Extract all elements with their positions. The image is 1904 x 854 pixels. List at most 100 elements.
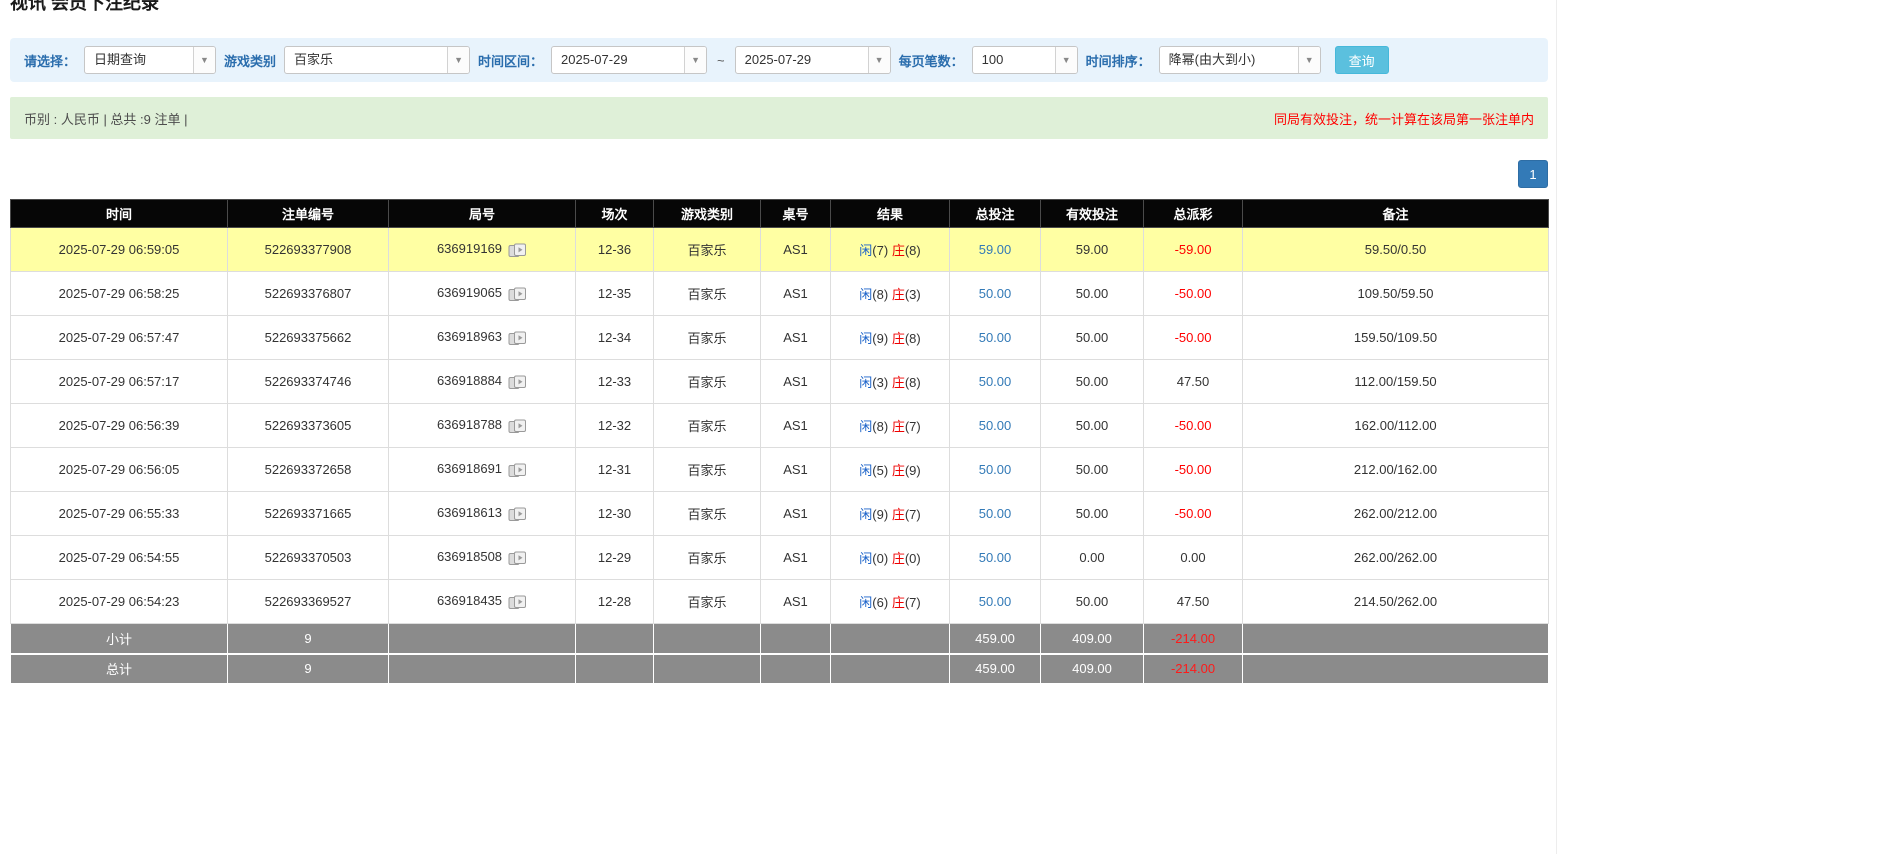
cell-valid-bet: 0.00 xyxy=(1040,535,1144,580)
bet-records-table: 时间 注单编号 局号 场次 游戏类别 桌号 结果 总投注 有效投注 总派彩 备注 2025-07-2… xyxy=(10,199,1549,684)
total-bet-link[interactable]: 50.00 xyxy=(979,286,1012,301)
game-type-select[interactable]: 百家乐 ▼ xyxy=(284,46,471,74)
cell-time: 2025-07-29 06:57:17 xyxy=(10,359,228,404)
result-banker-label: 庄 xyxy=(891,243,905,258)
round-number: 636918788 xyxy=(436,417,503,433)
cell-round: 636918963 xyxy=(388,315,576,360)
round-number: 636919169 xyxy=(436,241,503,257)
total-bet-link[interactable]: 59.00 xyxy=(979,242,1012,257)
cell-payout: 0.00 xyxy=(1143,535,1243,580)
cell-time: 2025-07-29 06:57:47 xyxy=(10,315,228,360)
total-bet-link[interactable]: 50.00 xyxy=(979,462,1012,477)
table-row: 2025-07-29 06:59:05 522693377908 636919169… xyxy=(10,227,1549,272)
summary-empty-cell xyxy=(575,652,654,684)
cell-result: 闲(3) 庄(8) xyxy=(830,359,950,404)
cell-total-bet: 50.00 xyxy=(949,359,1041,404)
page-title: 视讯 会员下注纪录 xyxy=(10,0,160,13)
cell-remark: 59.50/0.50 xyxy=(1242,227,1549,272)
game-result-cards-icon[interactable] xyxy=(508,507,527,522)
result-player-score: (8) xyxy=(872,287,889,302)
cell-session: 12-33 xyxy=(575,359,654,404)
chevron-down-icon[interactable]: ▼ xyxy=(1054,47,1077,73)
total-bet-link[interactable]: 50.00 xyxy=(979,374,1012,389)
game-result-cards-icon[interactable] xyxy=(508,419,527,434)
cell-valid-bet: 50.00 xyxy=(1040,491,1144,536)
cell-bet-id: 522693376807 xyxy=(227,271,389,316)
summary-payout: -214.00 xyxy=(1143,623,1243,654)
date-from-value: 2025-07-29 xyxy=(561,52,628,67)
game-result-cards-icon[interactable] xyxy=(508,551,527,566)
total-bet-link[interactable]: 50.00 xyxy=(979,418,1012,433)
summary-payout: -214.00 xyxy=(1143,652,1243,684)
query-button[interactable]: 查询 xyxy=(1334,46,1389,74)
result-banker-label: 庄 xyxy=(891,595,905,610)
column-header: 游戏类别 xyxy=(653,199,761,228)
chevron-down-icon[interactable]: ▼ xyxy=(447,47,470,73)
game-result-cards-icon[interactable] xyxy=(508,463,527,478)
cell-round: 636918508 xyxy=(388,535,576,580)
summary-label: 总计 xyxy=(10,652,228,684)
cell-table-no: AS1 xyxy=(760,491,831,536)
column-header: 时间 xyxy=(10,199,228,228)
date-from-select[interactable]: 2025-07-29 ▼ xyxy=(551,46,708,74)
game-result-cards-icon[interactable] xyxy=(508,331,527,346)
cell-bet-id: 522693370503 xyxy=(227,535,389,580)
chevron-down-icon[interactable]: ▼ xyxy=(1297,47,1320,73)
cell-remark: 159.50/109.50 xyxy=(1242,315,1549,360)
cell-total-bet: 50.00 xyxy=(949,315,1041,360)
cell-remark: 262.00/262.00 xyxy=(1242,535,1549,580)
result-banker-score: (0) xyxy=(904,551,921,566)
grand-total-row: 总计 9 459.00 409.00 -214.00 xyxy=(10,652,1549,684)
summary-empty-cell xyxy=(830,623,950,654)
total-bet-link[interactable]: 50.00 xyxy=(979,330,1012,345)
result-banker-label: 庄 xyxy=(891,331,905,346)
per-page-value: 100 xyxy=(981,52,1004,67)
cell-game-type: 百家乐 xyxy=(653,315,761,360)
cell-total-bet: 50.00 xyxy=(949,491,1041,536)
cell-result: 闲(5) 庄(9) xyxy=(830,447,950,492)
result-player-score: (5) xyxy=(872,463,889,478)
summary-label: 小计 xyxy=(10,623,228,654)
game-result-cards-icon[interactable] xyxy=(508,595,527,610)
cell-game-type: 百家乐 xyxy=(653,403,761,448)
result-banker-label: 庄 xyxy=(891,287,905,302)
chevron-down-icon[interactable]: ▼ xyxy=(193,47,216,73)
result-banker-label: 庄 xyxy=(891,507,905,522)
cell-total-bet: 50.00 xyxy=(949,535,1041,580)
cell-remark: 262.00/212.00 xyxy=(1242,491,1549,536)
total-bet-link[interactable]: 50.00 xyxy=(979,594,1012,609)
result-banker-score: (8) xyxy=(904,243,921,258)
table-row: 2025-07-29 06:56:05 522693372658 636918691… xyxy=(10,447,1549,492)
summary-empty-cell xyxy=(653,652,761,684)
cell-round: 636918435 xyxy=(388,579,576,624)
same-round-note: 同局有效投注，统一计算在该局第一张注单内 xyxy=(1273,111,1534,127)
cell-round: 636918613 xyxy=(388,491,576,536)
date-to-select[interactable]: 2025-07-29 ▼ xyxy=(734,46,891,74)
chevron-down-icon[interactable]: ▼ xyxy=(867,47,890,73)
cell-session: 12-28 xyxy=(575,579,654,624)
game-result-cards-icon[interactable] xyxy=(508,375,527,390)
result-banker-score: (7) xyxy=(904,595,921,610)
game-result-cards-icon[interactable] xyxy=(508,287,527,302)
result-player-label: 闲 xyxy=(859,243,873,258)
table-row: 2025-07-29 06:55:33 522693371665 636918613… xyxy=(10,491,1549,536)
cell-game-type: 百家乐 xyxy=(653,579,761,624)
result-player-score: (9) xyxy=(872,331,889,346)
game-result-cards-icon[interactable] xyxy=(508,243,527,258)
cell-table-no: AS1 xyxy=(760,359,831,404)
cell-valid-bet: 50.00 xyxy=(1040,403,1144,448)
total-bet-link[interactable]: 50.00 xyxy=(979,550,1012,565)
cell-result: 闲(0) 庄(0) xyxy=(830,535,950,580)
round-number: 636919065 xyxy=(436,285,503,301)
chevron-down-icon[interactable]: ▼ xyxy=(684,47,707,73)
game-type-value: 百家乐 xyxy=(294,52,334,67)
time-sort-select[interactable]: 降幂(由大到小) ▼ xyxy=(1158,46,1321,74)
total-bet-link[interactable]: 50.00 xyxy=(979,506,1012,521)
query-mode-select[interactable]: 日期查询 ▼ xyxy=(84,46,217,74)
column-header: 结果 xyxy=(830,199,950,228)
summary-valid-bet: 409.00 xyxy=(1040,623,1144,654)
page-button-1[interactable]: 1 xyxy=(1518,160,1548,188)
per-page-select[interactable]: 100 ▼ xyxy=(971,46,1078,74)
result-player-score: (8) xyxy=(872,419,889,434)
content-edge-divider xyxy=(1556,0,1557,854)
